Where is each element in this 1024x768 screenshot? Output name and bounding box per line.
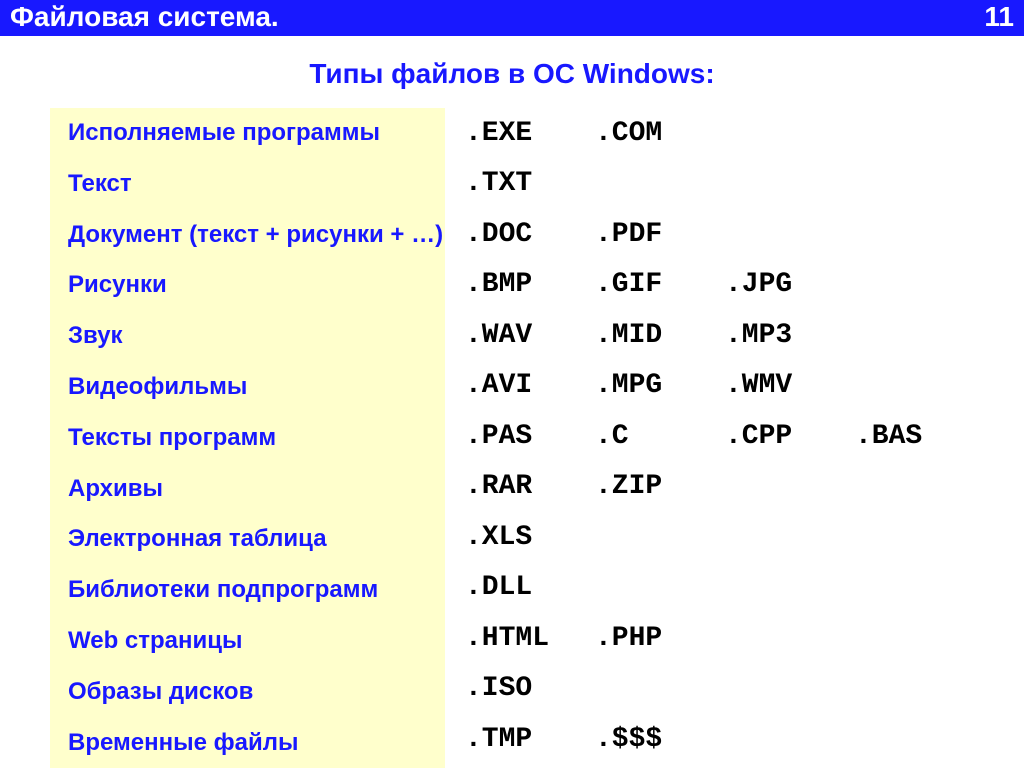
extension-row: .doc .pdf (465, 209, 985, 260)
extension-row: .avi .mpg .wmv (465, 361, 985, 412)
slide-subtitle: Типы файлов в ОС Windows: (0, 36, 1024, 108)
slide-title: Файловая система. (10, 1, 279, 33)
slide-header: Файловая система. 11 (0, 0, 1024, 36)
category-column: Исполняемые программы Текст Документ (те… (50, 108, 445, 768)
file-extension: .wmv (725, 370, 855, 401)
file-extension: .jpg (725, 269, 855, 300)
extension-row: .rar .zip (465, 462, 985, 513)
file-extension: .wav (465, 320, 595, 351)
file-extension: .xls (465, 522, 595, 553)
extension-row: .txt (465, 159, 985, 210)
category-label: Документ (текст + рисунки + …) (50, 210, 445, 261)
file-extension: .c (595, 421, 725, 452)
file-extension: .com (595, 118, 725, 149)
file-extension: .bmp (465, 269, 595, 300)
extension-row: .pas .c .cpp .bas (465, 411, 985, 462)
file-extension: .pas (465, 421, 595, 452)
category-label: Текст (50, 159, 445, 210)
file-extension: .bas (855, 421, 985, 452)
category-label: Образы дисков (50, 667, 445, 718)
extension-row: .iso (465, 664, 985, 715)
file-extension: .gif (595, 269, 725, 300)
extension-row: .exe .com (465, 108, 985, 159)
extension-row: .dll (465, 563, 985, 614)
extension-row: .wav .mid .mp3 (465, 310, 985, 361)
file-extension: .$$$ (595, 724, 725, 755)
file-extension: .cpp (725, 421, 855, 452)
category-label: Тексты программ (50, 413, 445, 464)
category-label: Исполняемые программы (50, 108, 445, 159)
category-label: Библиотеки подпрограмм (50, 565, 445, 616)
file-extension: .mp3 (725, 320, 855, 351)
file-extension: .doc (465, 219, 595, 250)
file-extension: .html (465, 623, 595, 654)
file-extension: .mpg (595, 370, 725, 401)
file-extension: .rar (465, 471, 595, 502)
extension-row: .bmp .gif .jpg (465, 260, 985, 311)
file-extension: .mid (595, 320, 725, 351)
file-extension: .dll (465, 572, 595, 603)
content-area: Исполняемые программы Текст Документ (те… (0, 108, 1024, 768)
extension-row: .tmp .$$$ (465, 714, 985, 765)
category-label: Web страницы (50, 616, 445, 667)
category-label: Видеофильмы (50, 362, 445, 413)
file-extension: .exe (465, 118, 595, 149)
category-label: Электронная таблица (50, 514, 445, 565)
file-extension: .tmp (465, 724, 595, 755)
slide-page-number: 11 (984, 1, 1014, 33)
file-extension: .txt (465, 168, 595, 199)
extension-row: .html .php (465, 613, 985, 664)
file-extension: .avi (465, 370, 595, 401)
file-extension: .php (595, 623, 725, 654)
category-label: Рисунки (50, 260, 445, 311)
category-label: Звук (50, 311, 445, 362)
extension-row: .xls (465, 512, 985, 563)
file-extension: .pdf (595, 219, 725, 250)
file-extension: .iso (465, 673, 595, 704)
extensions-column: .exe .com .txt .doc .pdf .bmp .gif .jpg … (445, 108, 985, 768)
file-extension: .zip (595, 471, 725, 502)
category-label: Архивы (50, 464, 445, 515)
category-label: Временные файлы (50, 718, 445, 768)
